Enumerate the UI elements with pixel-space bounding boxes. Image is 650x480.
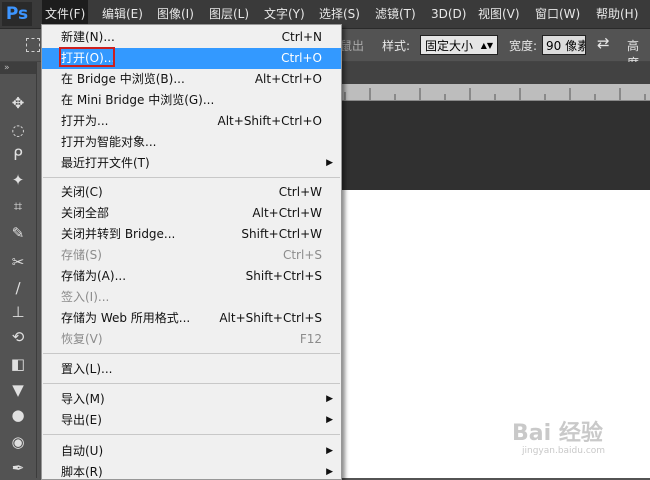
menu-item-check-in: 签入(I)...: [61, 290, 110, 304]
menu-separator: [43, 434, 340, 435]
menu-item-save: 存储(S) Ctrl+S: [61, 248, 322, 262]
photoshop-logo: Ps: [2, 2, 32, 26]
pen-tool-icon[interactable]: ✒: [8, 458, 28, 478]
submenu-arrow-icon: ▶: [326, 467, 333, 477]
history-brush-icon[interactable]: ⟲: [8, 327, 28, 347]
submenu-arrow-icon: ▶: [326, 394, 333, 404]
menu-item-export[interactable]: 导出(E) ▶: [42, 410, 341, 431]
options-partial-label: 鼠出: [340, 39, 365, 53]
eraser-icon[interactable]: ◧: [8, 354, 28, 374]
healing-brush-icon[interactable]: ✂: [8, 252, 28, 272]
menu-item-scripts[interactable]: 脚本(R) ▶: [42, 462, 341, 479]
menu-item-open-smart-object[interactable]: 打开为智能对象...: [42, 132, 341, 153]
menu-separator: [43, 177, 340, 178]
menu-item-open-as[interactable]: 打开为... Alt+Shift+Ctrl+O: [42, 111, 341, 132]
swap-dimensions-icon[interactable]: ⇄: [597, 34, 610, 52]
file-menu-dropdown: 新建(N)... Ctrl+N 打开(O)... Ctrl+O 在 Bridge…: [41, 24, 342, 480]
menu-item-browse-bridge[interactable]: 在 Bridge 中浏览(B)... Alt+Ctrl+O: [42, 69, 341, 90]
document-tab-bar: [340, 62, 650, 84]
horizontal-ruler: [340, 84, 650, 101]
menu-filter[interactable]: 滤镜(T): [372, 0, 419, 28]
menu-separator: [43, 353, 340, 354]
menu-item-automate[interactable]: 自动(U) ▶: [42, 441, 341, 462]
menu-item-save-as[interactable]: 存储为(A)... Shift+Ctrl+S: [42, 266, 341, 287]
dodge-tool-icon[interactable]: ◉: [8, 432, 28, 452]
style-select[interactable]: 固定大小 ▲▼: [420, 35, 498, 55]
menu-item-close-go-bridge[interactable]: 关闭并转到 Bridge... Shift+Ctrl+W: [42, 224, 341, 245]
menu-item-revert: 恢复(V) F12: [61, 332, 322, 346]
menu-item-import[interactable]: 导入(M) ▶: [42, 389, 341, 410]
width-input[interactable]: 90 像素: [542, 35, 586, 55]
menu-3d[interactable]: 3D(D): [428, 0, 469, 28]
menu-separator: [43, 383, 340, 384]
submenu-arrow-icon: ▶: [326, 158, 333, 168]
move-tool-icon[interactable]: ✥: [8, 93, 28, 113]
menu-item-browse-mini-bridge[interactable]: 在 Mini Bridge 中浏览(G)...: [42, 90, 341, 111]
menu-item-close[interactable]: 关闭(C) Ctrl+W: [42, 182, 341, 203]
ruler-ticks: [344, 88, 646, 100]
marquee-option-icon[interactable]: [26, 38, 40, 52]
magic-wand-icon[interactable]: ✦: [8, 170, 28, 190]
menu-item-new[interactable]: 新建(N)... Ctrl+N: [42, 27, 341, 48]
tools-panel-collapse-icon[interactable]: »: [0, 62, 36, 74]
lasso-tool-icon[interactable]: ᑭ: [8, 145, 28, 165]
menu-item-place[interactable]: 置入(L)...: [42, 359, 341, 380]
blur-tool-icon[interactable]: ●: [8, 405, 28, 425]
style-label: 样式:: [382, 39, 411, 53]
menu-window[interactable]: 窗口(W): [532, 0, 583, 28]
menu-item-save-for-web[interactable]: 存储为 Web 所用格式... Alt+Shift+Ctrl+S: [42, 308, 341, 329]
menu-item-close-all[interactable]: 关闭全部 Alt+Ctrl+W: [42, 203, 341, 224]
marquee-tool-icon[interactable]: ◌: [8, 120, 28, 140]
menu-item-open[interactable]: 打开(O)... Ctrl+O: [42, 48, 341, 69]
menu-help[interactable]: 帮助(H): [593, 0, 641, 28]
document-canvas[interactable]: [340, 190, 650, 478]
clone-stamp-icon[interactable]: ⊥: [8, 302, 28, 322]
baidu-watermark: Bai 经验: [512, 421, 603, 446]
eyedropper-icon[interactable]: ✎: [8, 223, 28, 243]
brush-tool-icon[interactable]: ∕: [8, 278, 28, 298]
select-arrows-icon: ▲▼: [480, 41, 493, 50]
width-label: 宽度:: [509, 39, 538, 53]
submenu-arrow-icon: ▶: [326, 415, 333, 425]
menu-view[interactable]: 视图(V): [475, 0, 523, 28]
submenu-arrow-icon: ▶: [326, 446, 333, 456]
baidu-watermark-url: jingyan.baidu.com: [522, 446, 606, 456]
style-select-value: 固定大小: [425, 39, 474, 53]
crop-tool-icon[interactable]: ⌗: [8, 196, 28, 216]
paint-bucket-icon[interactable]: ▼: [8, 380, 28, 400]
menu-item-recent-files[interactable]: 最近打开文件(T) ▶: [42, 153, 341, 174]
